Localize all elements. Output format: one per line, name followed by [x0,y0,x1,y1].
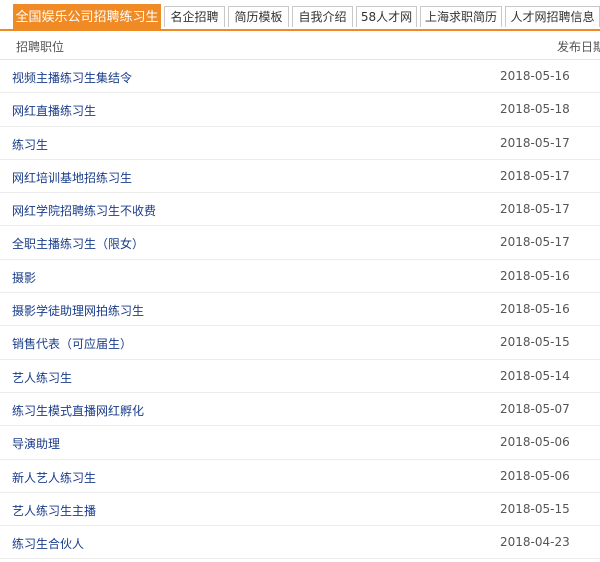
table-row: 网红培训基地招练习生 2018-05-17 [0,160,600,194]
table-row: 练习生合伙人 2018-04-23 [0,526,600,560]
table-row: 网红直播练习生 2018-05-18 [0,93,600,127]
post-date: 2018-05-17 [500,202,570,217]
table-row: 艺人练习生 2018-05-14 [0,360,600,393]
column-header-date: 发布日期 [557,40,600,54]
post-date: 2018-05-15 [500,335,570,350]
job-title-link[interactable]: 艺人练习生主播 [12,502,96,519]
job-title-link[interactable]: 新人艺人练习生 [12,469,96,486]
post-date: 2018-05-16 [500,69,570,83]
post-date: 2018-05-06 [500,435,570,450]
table-row: 摄影学徒助理网拍练习生 2018-05-16 [0,293,600,327]
post-date: 2018-05-16 [500,302,570,317]
post-date: 2018-05-18 [500,102,570,117]
table-header: 招聘职位 发布日期 [0,31,600,60]
tab-entertainment-trainee[interactable]: 全国娱乐公司招聘练习生 [13,4,161,29]
job-title-link[interactable]: 视频主播练习生集结令 [12,69,132,86]
category-tab-bar: 全国娱乐公司招聘练习生 名企招聘 简历模板 自我介绍 58人才网 上海求职简历 … [0,0,600,31]
table-row: 艺人练习生主播 2018-05-15 [0,493,600,527]
table-row: 全职主播练习生（限女） 2018-05-17 [0,226,600,260]
post-date: 2018-04-23 [500,535,570,550]
job-title-link[interactable]: 摄影 [12,269,36,286]
post-date: 2018-05-17 [500,168,570,183]
tab-resume-templates[interactable]: 简历模板 [228,6,289,27]
table-row: 新人艺人练习生 2018-05-06 [0,460,600,493]
tab-talent-job-info[interactable]: 人才网招聘信息 [505,6,600,27]
tab-self-introduction[interactable]: 自我介绍 [292,6,353,27]
job-title-link[interactable]: 导演助理 [12,435,60,452]
job-title-link[interactable]: 练习生模式直播网红孵化 [12,402,144,419]
job-title-link[interactable]: 网红直播练习生 [12,102,96,119]
post-date: 2018-05-07 [500,401,570,416]
table-row: 网红学院招聘练习生不收费 2018-05-17 [0,193,600,227]
post-date: 2018-05-17 [500,235,570,250]
tab-58-talent[interactable]: 58人才网 [356,6,417,27]
job-title-link[interactable]: 全职主播练习生（限女） [12,235,144,252]
job-title-link[interactable]: 练习生 [12,136,48,153]
job-title-link[interactable]: 销售代表（可应届生） [12,335,132,352]
table-row: 摄影 2018-05-16 [0,260,600,294]
post-date: 2018-05-17 [500,135,570,150]
job-list: 视频主播练习生集结令 2018-05-16 网红直播练习生 2018-05-18 练… [0,60,600,560]
table-row: 视频主播练习生集结令 2018-05-16 [0,60,600,94]
table-row: 导演助理 2018-05-06 [0,426,600,460]
job-title-link[interactable]: 摄影学徒助理网拍练习生 [12,302,144,319]
table-row: 练习生 2018-05-17 [0,127,600,160]
post-date: 2018-05-06 [500,468,570,483]
job-title-link[interactable]: 练习生合伙人 [12,535,84,552]
job-title-link[interactable]: 网红学院招聘练习生不收费 [12,202,156,219]
column-header-position: 招聘职位 [16,40,65,54]
post-date: 2018-05-14 [500,368,570,383]
post-date: 2018-05-16 [500,268,570,283]
tab-shanghai-resume[interactable]: 上海求职简历 [420,6,502,27]
job-title-link[interactable]: 网红培训基地招练习生 [12,169,132,186]
post-date: 2018-05-15 [500,501,570,516]
table-row: 销售代表（可应届生） 2018-05-15 [0,326,600,360]
table-row: 练习生模式直播网红孵化 2018-05-07 [0,393,600,427]
job-title-link[interactable]: 艺人练习生 [12,369,72,386]
tab-famous-companies[interactable]: 名企招聘 [164,6,225,27]
